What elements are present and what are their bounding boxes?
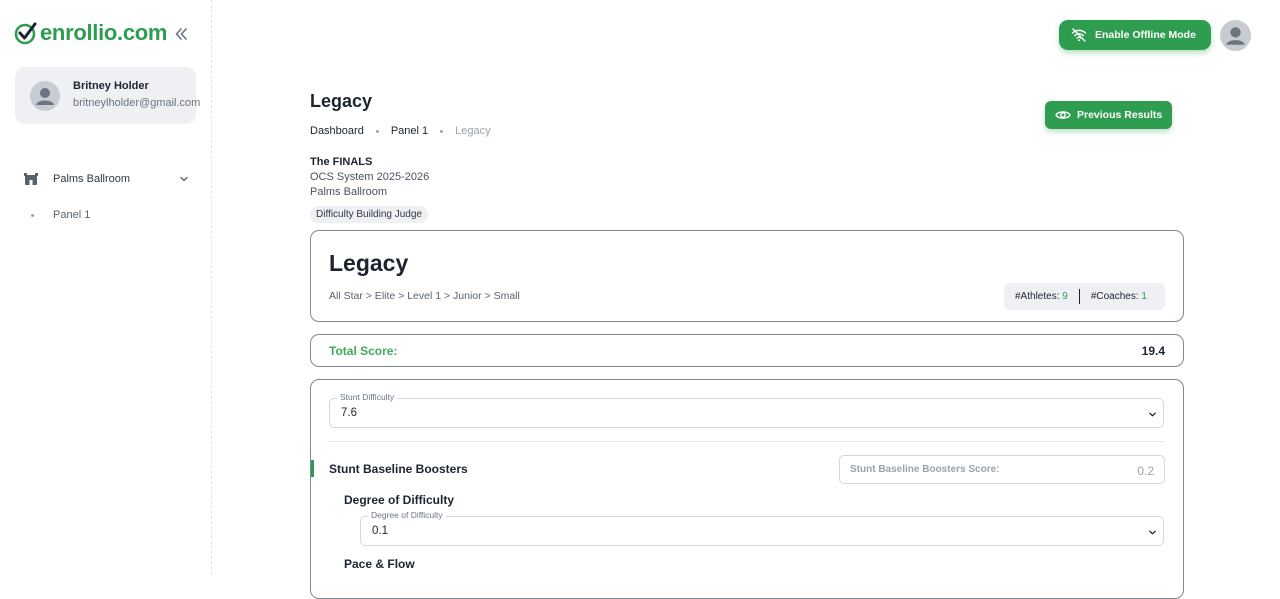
breadcrumb-separator (440, 129, 444, 133)
stunt-baseline-boosters-title: Stunt Baseline Boosters (329, 462, 468, 476)
team-name: Legacy (329, 250, 409, 276)
brand-name: enrollio.com (40, 20, 168, 45)
event-venue: Palms Ballroom (310, 186, 388, 198)
sidebar: enrollio.com Britney Holder britneylhold… (0, 0, 212, 574)
stunt-baseline-boosters-score: Stunt Baseline Boosters Score: 0.2 (839, 455, 1165, 484)
breadcrumb-current: Legacy (455, 125, 491, 137)
degree-of-difficulty-select[interactable]: Degree of Difficulty 0.1 (360, 510, 1164, 546)
total-score-value: 19.4 (1141, 344, 1165, 358)
team-stats-badge: #Athletes: 9 #Coaches: 1 (1004, 283, 1165, 310)
double-chevron-left-icon (175, 28, 187, 40)
user-icon (36, 88, 54, 105)
chevron-down-icon (1149, 530, 1156, 535)
sidebar-item-palms-ballroom[interactable]: Palms Ballroom (23, 169, 195, 189)
event-system: OCS System 2025-2026 (310, 171, 430, 183)
degree-of-difficulty-legend: Degree of Difficulty (368, 510, 446, 520)
chevron-down-icon (1149, 412, 1156, 417)
user-email: britneylholder@gmail.com (73, 97, 201, 109)
previous-results-button[interactable]: Previous Results (1045, 101, 1172, 129)
user-name: Britney Holder (73, 80, 149, 92)
page-title: Legacy (310, 91, 373, 111)
user-profile-card[interactable]: Britney Holder britneylholder@gmail.com (15, 67, 200, 124)
divider (329, 441, 1164, 442)
total-score-card: Total Score: 19.4 (310, 334, 1184, 367)
event-name: The FINALS (310, 156, 373, 168)
pace-and-flow-title: Pace & Flow (344, 557, 415, 571)
bullet-icon (31, 213, 34, 217)
coaches-count: #Coaches: 1 (1090, 291, 1147, 302)
account-avatar[interactable] (1220, 20, 1251, 51)
building-icon (24, 173, 38, 185)
user-icon (1226, 27, 1245, 45)
degree-of-difficulty-title: Degree of Difficulty (344, 493, 455, 507)
breadcrumb-panel[interactable]: Panel 1 (391, 125, 428, 137)
score-box-value: 0.2 (1137, 464, 1154, 478)
collapse-sidebar-button[interactable] (172, 25, 190, 43)
stunt-difficulty-legend: Stunt Difficulty (337, 392, 398, 402)
sidebar-item-label: Palms Ballroom (53, 173, 131, 185)
degree-of-difficulty-value: 0.1 (372, 525, 388, 537)
eye-icon (1055, 111, 1071, 119)
team-card: Legacy All Star > Elite > Level 1 > Juni… (310, 230, 1184, 322)
judge-role-badge: Difficulty Building Judge (310, 206, 428, 223)
total-score-label: Total Score: (329, 344, 398, 358)
breadcrumb-separator (375, 129, 379, 133)
breadcrumb-dashboard[interactable]: Dashboard (310, 125, 364, 137)
sidebar-item-panel-1[interactable]: Panel 1 (23, 206, 195, 224)
section-accent-bar (311, 460, 314, 477)
offline-mode-label: Enable Offline Mode (1095, 29, 1196, 41)
sidebar-item-label: Panel 1 (53, 209, 91, 221)
scoring-card: Stunt Difficulty 7.6 Stunt Baseline Boos… (310, 379, 1184, 599)
division-path: All Star > Elite > Level 1 > Junior > Sm… (329, 290, 520, 302)
wifi-off-icon (1071, 28, 1087, 42)
checkmark-logo-icon (14, 22, 37, 45)
previous-results-label: Previous Results (1077, 109, 1163, 121)
avatar (30, 81, 60, 111)
brand-logo[interactable]: enrollio.com (14, 20, 168, 46)
enable-offline-mode-button[interactable]: Enable Offline Mode (1059, 20, 1211, 50)
score-box-label: Stunt Baseline Boosters Score: (850, 464, 1000, 475)
breadcrumb: Dashboard Panel 1 Legacy (310, 125, 491, 137)
athletes-count: #Athletes: 9 (1015, 291, 1068, 302)
stunt-difficulty-select[interactable]: Stunt Difficulty 7.6 (329, 392, 1164, 428)
chevron-down-icon[interactable] (179, 174, 189, 184)
stunt-difficulty-value: 7.6 (341, 407, 357, 419)
